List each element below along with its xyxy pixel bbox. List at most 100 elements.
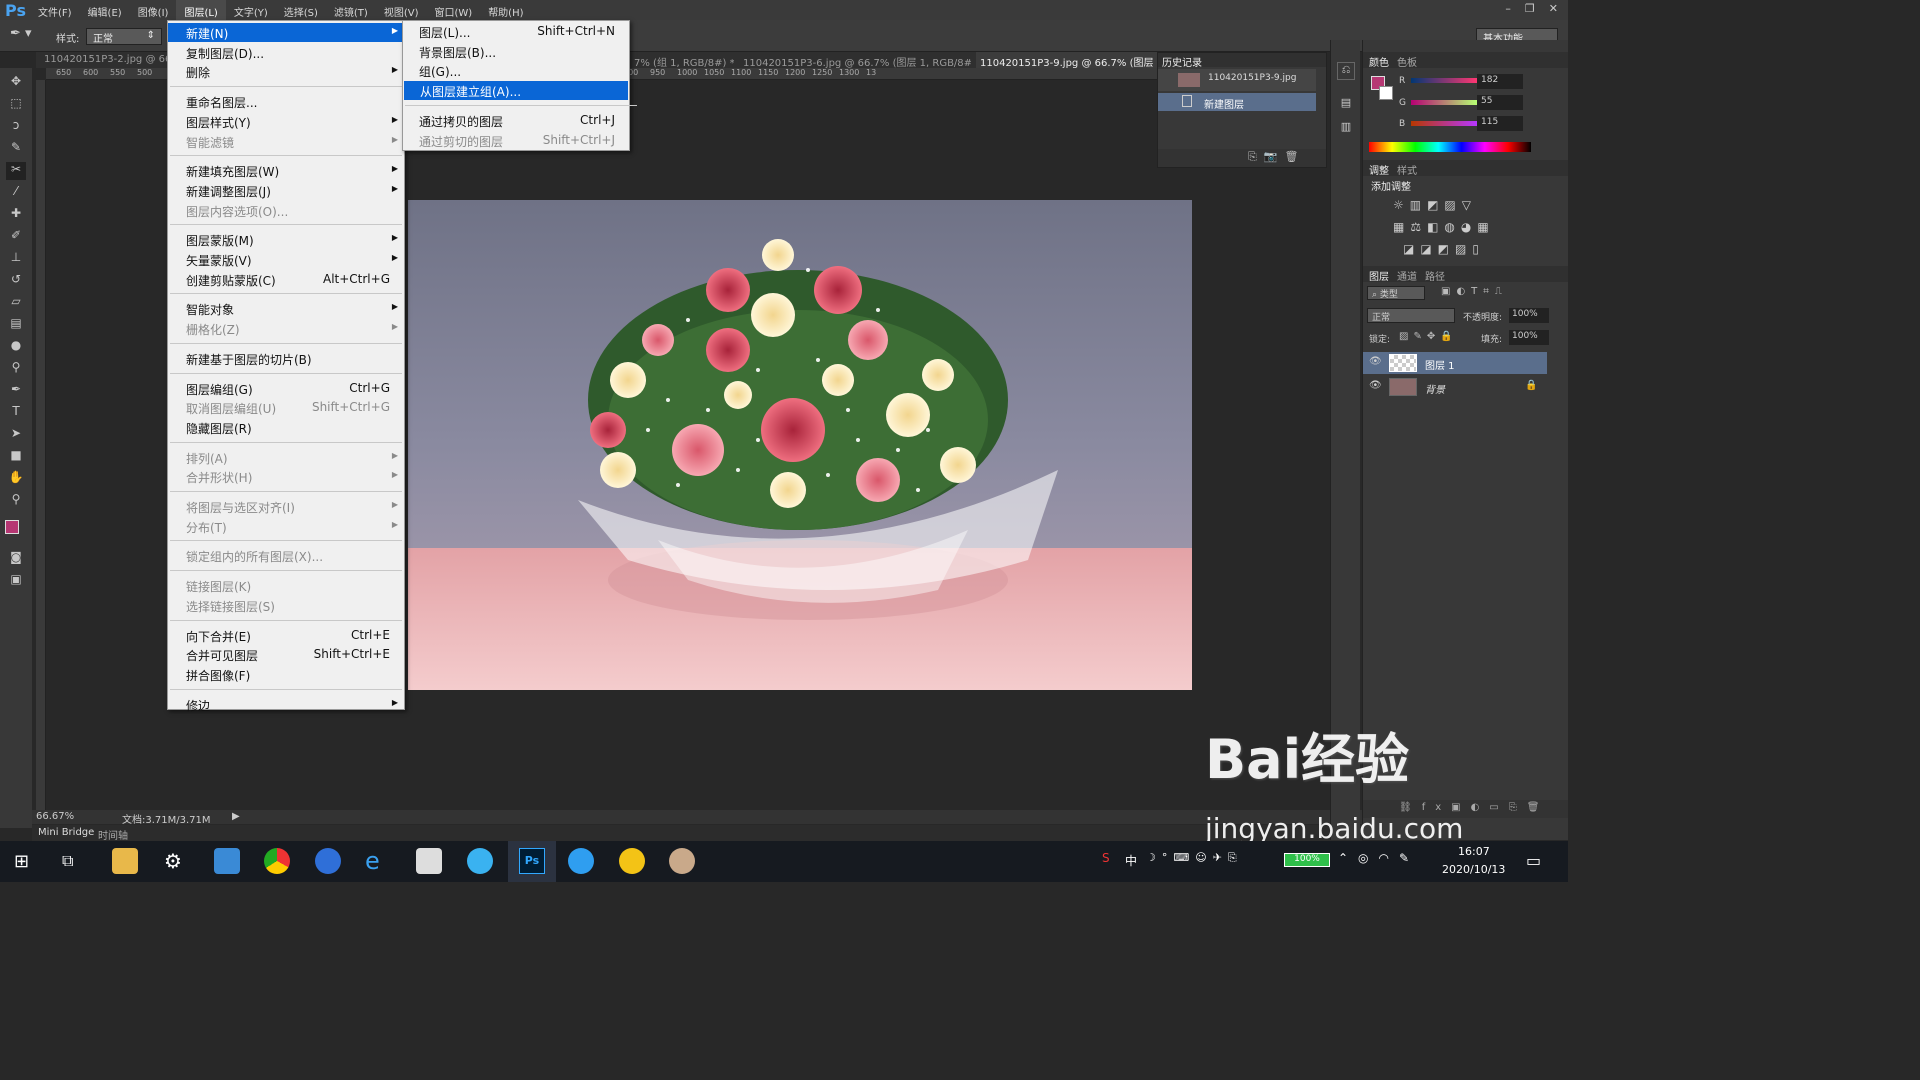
dodge-tool-icon[interactable]: ⚲ (6, 360, 26, 378)
history-brush-icon[interactable]: ↺ (6, 272, 26, 290)
menu-5[interactable]: 选择(S) (276, 0, 326, 20)
notification-icon[interactable]: ▭ (1526, 851, 1541, 870)
slice-tool-icon[interactable]: ✂ (6, 162, 26, 180)
adjustment-icons-row2[interactable]: ▦⚖◧◍◕▦ (1393, 220, 1495, 234)
lasso-tool-icon[interactable]: ↄ (6, 118, 26, 136)
layer-row-active[interactable]: 👁 图层 1 (1363, 352, 1547, 374)
menu-item[interactable]: 通过剪切的图层 Shift+Ctrl+J (403, 131, 629, 150)
menu-item[interactable]: 智能滤镜 ▶ (168, 132, 404, 151)
clock-time[interactable]: 16:07 (1458, 845, 1490, 858)
menu-item[interactable]: 修边 ▶ (168, 695, 404, 714)
menu-item[interactable]: 从图层建立组(A)... (404, 81, 628, 101)
document-tab[interactable]: 7% (组 1, RGB/8#) * (630, 52, 734, 68)
adjustment-icons-row1[interactable]: ☼▥◩▨▽ (1393, 198, 1477, 212)
menu-item[interactable]: 图层编组(G) Ctrl+G (168, 379, 404, 398)
ime-toolbar-icons[interactable]: ☽°⌨☺✈⎘ (1146, 851, 1243, 865)
menu-item[interactable]: 分布(T) ▶ (168, 517, 404, 536)
layers-tab[interactable]: 图层 (1369, 268, 1389, 283)
blend-mode-select[interactable]: 正常 (1367, 308, 1455, 323)
healing-brush-icon[interactable]: ✚ (6, 206, 26, 224)
ime-mode[interactable]: 中 (1125, 852, 1137, 869)
file-explorer-icon[interactable] (112, 848, 138, 874)
chrome-icon[interactable] (264, 848, 290, 874)
layer-filter-select[interactable]: ⌕ 类型 (1367, 286, 1425, 300)
internet-explorer-icon[interactable]: e (365, 847, 380, 875)
qq-browser-icon[interactable] (467, 848, 493, 874)
swatches-tab[interactable]: 色板 (1397, 54, 1417, 69)
type-tool-icon[interactable]: T (6, 404, 26, 422)
history-panel-icon[interactable]: ⎌ (1337, 62, 1355, 80)
tool-preset-picker[interactable]: ✒ ▾ (10, 26, 44, 46)
menu-item[interactable]: 链接图层(K) (168, 576, 404, 595)
menu-2[interactable]: 图像(I) (130, 0, 177, 20)
blur-tool-icon[interactable]: ● (6, 338, 26, 356)
status-menu-arrow-icon[interactable]: ▶ (232, 811, 240, 822)
menu-3[interactable]: 图层(L) (176, 0, 226, 20)
move-tool-icon[interactable]: ✥ (6, 74, 26, 92)
menu-item[interactable]: 新建基于图层的切片(B) (168, 349, 404, 368)
menu-item[interactable]: 锁定组内的所有图层(X)... (168, 546, 404, 565)
marquee-tool-icon[interactable]: ⬚ (6, 96, 26, 114)
shape-tool-icon[interactable]: ■ (6, 448, 26, 466)
eraser-tool-icon[interactable]: ▱ (6, 294, 26, 312)
opacity-input[interactable]: 100% (1509, 308, 1549, 323)
menu-9[interactable]: 帮助(H) (480, 0, 531, 20)
menu-0[interactable]: 文件(F) (30, 0, 80, 20)
background-color[interactable] (1379, 86, 1393, 100)
g-slider[interactable] (1411, 100, 1477, 105)
menu-item[interactable]: 图层内容选项(O)... (168, 201, 404, 220)
styles-tab[interactable]: 样式 (1397, 162, 1417, 177)
gradient-tool-icon[interactable]: ▤ (6, 316, 26, 334)
channels-tab[interactable]: 通道 (1397, 268, 1417, 283)
restore-button[interactable]: ❐ (1525, 2, 1535, 15)
g-value[interactable]: 55 (1477, 95, 1523, 110)
minimize-button[interactable]: – (1505, 2, 1511, 15)
menu-item[interactable]: 图层蒙版(M) ▶ (168, 230, 404, 249)
eyedropper-tool-icon[interactable]: ⁄ (6, 184, 26, 202)
visibility-eye-icon[interactable]: 👁 (1369, 380, 1382, 391)
menu-item[interactable]: 图层(L)... Shift+Ctrl+N (403, 22, 629, 41)
sogou-ime-icon[interactable]: S (1102, 851, 1110, 865)
menu-item[interactable]: 拼合图像(F) (168, 665, 404, 684)
menu-6[interactable]: 滤镜(T) (326, 0, 376, 20)
style-select[interactable]: 正常 ⇕ (86, 28, 162, 45)
history-item[interactable]: 新建图层 (1158, 93, 1316, 111)
settings-gear-icon[interactable]: ⚙ (164, 849, 182, 873)
timeline-tab[interactable]: 时间轴 (98, 827, 128, 842)
menu-7[interactable]: 视图(V) (376, 0, 427, 20)
menu-item[interactable]: 通过拷贝的图层 Ctrl+J (403, 111, 629, 130)
color-spectrum[interactable] (1369, 142, 1531, 152)
menu-item[interactable]: 隐藏图层(R) (168, 418, 404, 437)
menu-item[interactable]: 删除 ▶ (168, 62, 404, 81)
quick-select-tool-icon[interactable]: ✎ (6, 140, 26, 158)
menu-item[interactable]: 背景图层(B)... (403, 42, 629, 61)
tray-icons[interactable]: ⌃◎◠✎ (1338, 851, 1419, 865)
stamp-tool-icon[interactable]: ⊥ (6, 250, 26, 268)
quick-mask-icon[interactable]: ◙ (6, 550, 26, 568)
menu-item[interactable]: 将图层与选区对齐(I) ▶ (168, 497, 404, 516)
hand-tool-icon[interactable]: ✋ (6, 470, 26, 488)
menu-item[interactable]: 重命名图层... (168, 92, 404, 111)
store-icon[interactable] (416, 848, 442, 874)
pen-tool-icon[interactable]: ✒ (6, 382, 26, 400)
history-snapshot[interactable]: 110420151P3-9.jpg (1158, 69, 1316, 91)
menu-item[interactable]: 新建填充图层(W) ▶ (168, 161, 404, 180)
properties-panel-icon[interactable]: ▤ (1337, 96, 1355, 114)
color-tab[interactable]: 颜色 (1369, 54, 1389, 69)
screen-mode-icon[interactable]: ▣ (6, 572, 26, 590)
info-panel-icon[interactable]: ▥ (1337, 120, 1355, 138)
lock-icons[interactable]: ▨✎✥🔒 (1399, 331, 1458, 342)
photos-icon[interactable] (214, 848, 240, 874)
menu-item[interactable]: 选择链接图层(S) (168, 596, 404, 615)
menu-4[interactable]: 文字(Y) (226, 0, 276, 20)
paths-tab[interactable]: 路径 (1425, 268, 1445, 283)
document-tab[interactable]: 110420151P3-2.jpg @ 66.7% (40, 52, 168, 68)
battery-indicator[interactable]: 100% (1284, 853, 1330, 867)
menu-item[interactable]: 复制图层(D)... (168, 43, 404, 62)
b-value[interactable]: 115 (1477, 116, 1523, 131)
menu-item[interactable]: 排列(A) ▶ (168, 448, 404, 467)
brush-tool-icon[interactable]: ✐ (6, 228, 26, 246)
fill-input[interactable]: 100% (1509, 330, 1549, 345)
close-button[interactable]: ✕ (1549, 2, 1558, 15)
menu-item[interactable]: 向下合并(E) Ctrl+E (168, 626, 404, 645)
